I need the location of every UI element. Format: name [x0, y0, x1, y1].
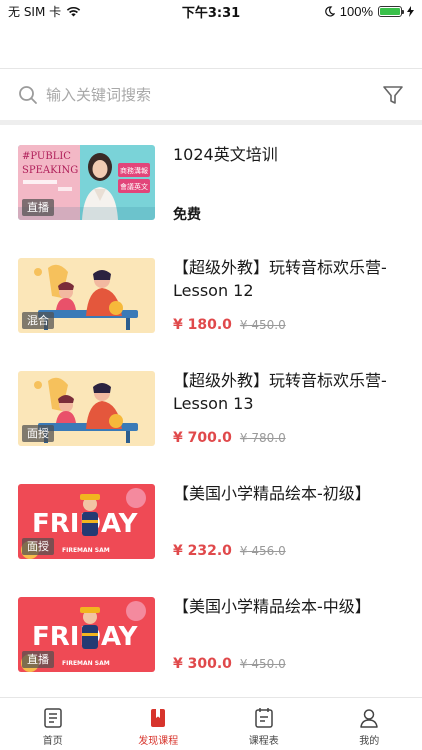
- course-item[interactable]: FRIDAY FIREMAN SAM 直播 【美国小学精品绘本-中级】 ¥ 30…: [0, 577, 422, 690]
- course-title: 【美国小学精品绘本-初级】: [173, 484, 371, 503]
- battery-percent: 100%: [339, 3, 373, 19]
- course-item[interactable]: 混合 【超级外教】玩转音标欢乐营-Lesson 12 ¥ 180.0 ¥ 450…: [0, 238, 422, 351]
- price-row: ¥ 232.0 ¥ 456.0: [173, 543, 286, 559]
- status-left: 无 SIM 卡: [8, 3, 148, 20]
- course-type-badge: 面授: [22, 425, 54, 442]
- price-row: 免费: [173, 204, 201, 224]
- bottom-tab-bar: 首页 发现课程 课程表 我的: [0, 697, 422, 750]
- course-item[interactable]: #PUBLIC SPEAKING 商務溝報 會議英文 直播 1024英文培训 免…: [0, 125, 422, 238]
- course-thumbnail: FRIDAY FIREMAN SAM 直播: [18, 597, 155, 672]
- profile-icon: [360, 709, 378, 728]
- discover-icon: [151, 709, 166, 727]
- course-thumbnail: 面授: [18, 371, 155, 446]
- price-row: ¥ 700.0 ¥ 780.0: [173, 430, 286, 446]
- price-row: ¥ 300.0 ¥ 450.0: [173, 656, 286, 672]
- tab-schedule[interactable]: 课程表: [211, 698, 317, 750]
- tab-label: 课程表: [248, 736, 279, 747]
- course-type-badge: 面授: [22, 538, 54, 555]
- course-list: #PUBLIC SPEAKING 商務溝報 會議英文 直播 1024英文培训 免…: [0, 125, 422, 690]
- course-type-badge: 直播: [22, 199, 54, 216]
- original-price: ¥ 456.0: [239, 544, 286, 558]
- course-thumbnail: FRIDAY FIREMAN SAM 面授: [18, 484, 155, 559]
- original-price: ¥ 450.0: [239, 318, 286, 332]
- course-price: ¥ 300.0: [173, 656, 232, 672]
- course-price: 免费: [173, 207, 201, 223]
- search-input[interactable]: [46, 79, 382, 110]
- tab-label: 我的: [359, 736, 380, 747]
- thumb-text: 會議英文: [120, 182, 148, 191]
- course-type-badge: 直播: [22, 651, 54, 668]
- tab-label: 首页: [42, 736, 63, 747]
- course-title: 【超级外教】玩转音标欢乐营-Lesson 12: [173, 258, 387, 300]
- charging-icon: [407, 5, 414, 17]
- home-icon: [44, 708, 62, 728]
- tab-label: 发现课程: [138, 736, 179, 747]
- battery-icon: [378, 5, 404, 17]
- tab-home[interactable]: 首页: [0, 698, 106, 750]
- status-time: 下午3:31: [181, 5, 241, 21]
- battery-fill: [380, 7, 400, 15]
- status-right: 100%: [274, 4, 414, 19]
- status-bar: 无 SIM 卡 下午3:31 100%: [0, 0, 422, 22]
- search-bar: [0, 68, 422, 120]
- search-icon: [19, 85, 37, 104]
- filter-icon[interactable]: [382, 84, 404, 106]
- original-price: ¥ 450.0: [239, 657, 286, 671]
- thumb-text: SPEAKING: [22, 165, 78, 176]
- price-row: ¥ 180.0 ¥ 450.0: [173, 317, 286, 333]
- course-price: ¥ 180.0: [173, 317, 232, 333]
- tab-profile[interactable]: 我的: [317, 698, 422, 750]
- course-price: ¥ 232.0: [173, 543, 232, 559]
- thumb-text: 商務溝報: [120, 166, 148, 175]
- course-item[interactable]: FRIDAY FIREMAN SAM 面授 【美国小学精品绘本-初级】 ¥ 23…: [0, 464, 422, 577]
- course-type-badge: 混合: [22, 312, 54, 329]
- course-item[interactable]: 面授 【超级外教】玩转音标欢乐营-Lesson 13 ¥ 700.0 ¥ 780…: [0, 351, 422, 464]
- course-thumbnail: 混合: [18, 258, 155, 333]
- course-price: ¥ 700.0: [173, 430, 232, 446]
- carrier-label: 无 SIM 卡: [8, 4, 62, 19]
- schedule-icon: [255, 708, 273, 728]
- thumb-text: FIREMAN SAM: [62, 660, 110, 667]
- course-title: 1024英文培训: [173, 145, 278, 164]
- course-thumbnail: #PUBLIC SPEAKING 商務溝報 會議英文 直播: [18, 145, 155, 220]
- original-price: ¥ 780.0: [239, 431, 286, 445]
- thumb-text: FIREMAN SAM: [62, 547, 110, 554]
- thumb-text: #PUBLIC: [22, 151, 71, 162]
- course-title: 【超级外教】玩转音标欢乐营-Lesson 13: [173, 371, 387, 413]
- wifi-icon: [66, 6, 81, 16]
- course-title: 【美国小学精品绘本-中级】: [173, 597, 371, 616]
- moon-icon: [325, 5, 335, 16]
- tab-discover[interactable]: 发现课程: [106, 698, 212, 750]
